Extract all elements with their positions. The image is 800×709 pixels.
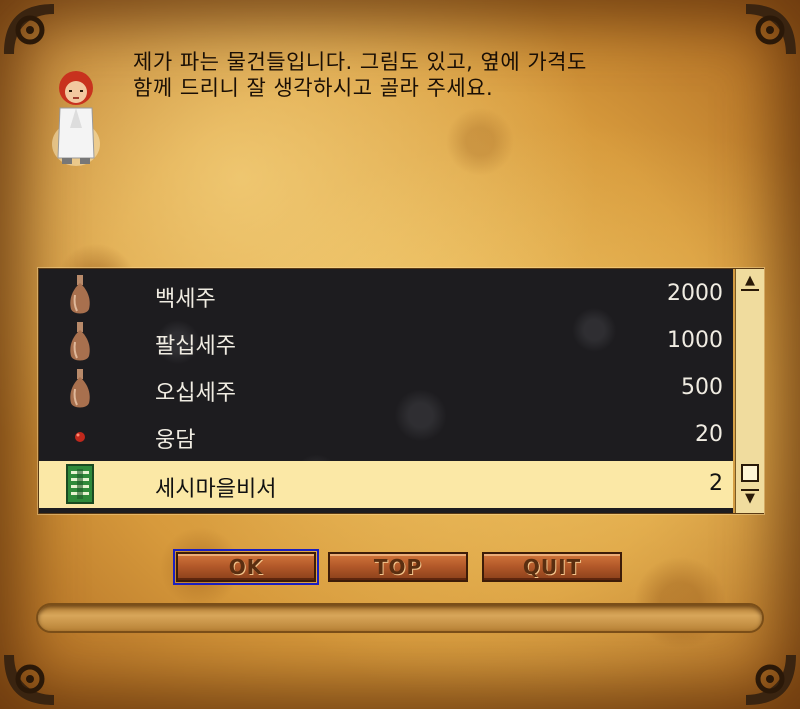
wine-bottle-icon bbox=[65, 365, 95, 412]
list-scrollbar[interactable]: ▲ ▼ bbox=[735, 269, 764, 513]
top-button[interactable]: TOP bbox=[328, 552, 468, 582]
corner-ornament bbox=[742, 0, 800, 58]
corner-ornament bbox=[0, 0, 58, 58]
wine-bottle-icon bbox=[65, 271, 95, 318]
scroll-icon bbox=[65, 461, 95, 508]
list-item[interactable]: 백세주 2000 bbox=[39, 271, 733, 318]
bear-bile-icon bbox=[65, 412, 95, 459]
scroll-up-arrow-icon[interactable]: ▲ bbox=[741, 273, 759, 291]
item-name: 세시마을비서 bbox=[155, 477, 277, 502]
list-item[interactable]: 웅담 20 bbox=[39, 412, 733, 459]
wine-bottle-icon bbox=[65, 318, 95, 365]
shop-dialog: 제가 파는 물건들입니다. 그림도 있고, 옆에 가격도 함께 드리니 잘 생각… bbox=[0, 0, 800, 709]
item-price: 2000 bbox=[667, 281, 723, 306]
item-price: 1000 bbox=[667, 328, 723, 353]
dialogue-line: 함께 드리니 잘 생각하시고 골라 주세요. bbox=[133, 76, 494, 100]
item-list: 백세주 2000 팔십세주 1000 오십세주 500 웅담 20 세시마을비서… bbox=[38, 268, 764, 514]
list-item[interactable]: 오십세주 500 bbox=[39, 365, 733, 412]
corner-ornament bbox=[0, 651, 58, 709]
list-item-selected[interactable]: 세시마을비서 2 bbox=[39, 461, 733, 508]
item-name: 오십세주 bbox=[155, 381, 236, 406]
item-name: 팔십세주 bbox=[155, 334, 236, 359]
item-price: 2 bbox=[709, 471, 723, 496]
corner-ornament bbox=[742, 651, 800, 709]
item-name: 웅담 bbox=[155, 428, 196, 453]
item-price: 500 bbox=[681, 375, 723, 400]
list-item[interactable]: 팔십세주 1000 bbox=[39, 318, 733, 365]
scroll-down-arrow-icon[interactable]: ▼ bbox=[741, 489, 759, 507]
scroll-thumb[interactable] bbox=[741, 464, 759, 482]
merchant-dialogue: 제가 파는 물건들입니다. 그림도 있고, 옆에 가격도 함께 드리니 잘 생각… bbox=[133, 49, 713, 101]
ok-button[interactable]: OK bbox=[173, 549, 319, 585]
status-bar bbox=[36, 603, 764, 633]
item-name: 백세주 bbox=[155, 287, 216, 312]
merchant-portrait bbox=[48, 66, 104, 166]
item-price: 20 bbox=[695, 422, 723, 447]
dialogue-line: 제가 파는 물건들입니다. 그림도 있고, 옆에 가격도 bbox=[133, 50, 587, 74]
item-rows: 백세주 2000 팔십세주 1000 오십세주 500 웅담 20 세시마을비서… bbox=[39, 269, 733, 513]
quit-button[interactable]: QUIT bbox=[482, 552, 622, 582]
